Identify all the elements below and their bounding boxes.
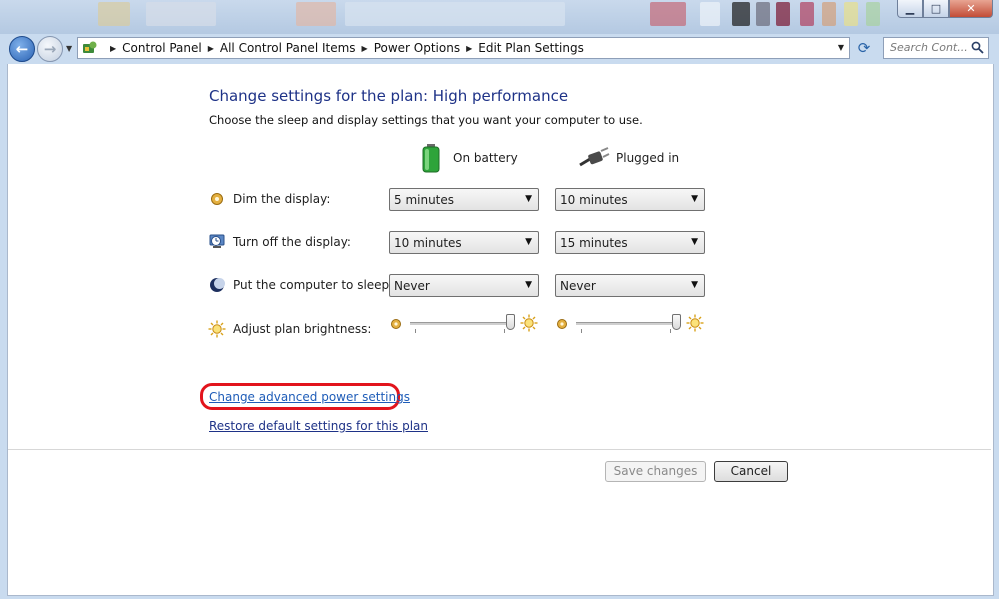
forward-button[interactable]: → bbox=[37, 36, 63, 62]
chevron-down-icon: ▼ bbox=[691, 194, 698, 204]
setting-label-dim-display: Dim the display: bbox=[233, 192, 331, 206]
window-titlebar: ▁ □ ✕ bbox=[0, 0, 999, 34]
chevron-down-icon: ▼ bbox=[525, 280, 532, 290]
breadcrumb-power-options[interactable]: Power Options bbox=[374, 41, 460, 55]
setting-label-brightness: Adjust plan brightness: bbox=[233, 322, 372, 336]
search-input[interactable]: Search Cont... bbox=[883, 37, 989, 59]
select-value: 10 minutes bbox=[394, 236, 462, 250]
slider-thumb[interactable] bbox=[506, 314, 515, 330]
recent-pages-dropdown[interactable]: ▼ bbox=[66, 44, 72, 53]
power-plug-icon bbox=[579, 147, 610, 167]
breadcrumb: ▶ Control Panel ▶ All Control Panel Item… bbox=[104, 38, 584, 58]
breadcrumb-edit-plan-settings[interactable]: Edit Plan Settings bbox=[478, 41, 584, 55]
dim-sun-icon bbox=[557, 319, 567, 329]
chevron-down-icon: ▼ bbox=[691, 280, 698, 290]
save-changes-button[interactable]: Save changes bbox=[605, 461, 706, 482]
minimize-button[interactable]: ▁ bbox=[897, 0, 923, 18]
advanced-power-settings-link[interactable]: Change advanced power settings bbox=[209, 390, 410, 404]
page-subtitle: Choose the sleep and display settings th… bbox=[209, 113, 643, 127]
setting-label-display-off: Turn off the display: bbox=[233, 235, 351, 249]
display-off-plugged-select[interactable]: 15 minutes ▼ bbox=[555, 231, 705, 254]
search-placeholder: Search Cont... bbox=[890, 41, 968, 54]
chevron-down-icon: ▼ bbox=[525, 237, 532, 247]
sleep-icon bbox=[210, 278, 225, 292]
sleep-battery-select[interactable]: Never ▼ bbox=[389, 274, 539, 297]
window-controls: ▁ □ ✕ bbox=[897, 0, 993, 18]
dim-display-plugged-select[interactable]: 10 minutes ▼ bbox=[555, 188, 705, 211]
dim-sun-icon bbox=[391, 319, 401, 329]
slider-tick bbox=[504, 329, 505, 333]
sleep-plugged-select[interactable]: Never ▼ bbox=[555, 274, 705, 297]
brightness-battery-slider[interactable] bbox=[390, 314, 540, 338]
breadcrumb-separator-icon[interactable]: ▶ bbox=[362, 44, 368, 53]
breadcrumb-control-panel[interactable]: Control Panel bbox=[122, 41, 202, 55]
select-value: Never bbox=[560, 279, 596, 293]
restore-defaults-link[interactable]: Restore default settings for this plan bbox=[209, 419, 428, 433]
address-bar[interactable]: ▶ Control Panel ▶ All Control Panel Item… bbox=[77, 37, 850, 59]
address-history-dropdown[interactable]: ▼ bbox=[838, 43, 844, 52]
chevron-down-icon: ▼ bbox=[525, 194, 532, 204]
slider-tick bbox=[581, 329, 582, 333]
column-label-battery: On battery bbox=[453, 151, 518, 165]
window-border-left bbox=[0, 64, 7, 599]
breadcrumb-all-items[interactable]: All Control Panel Items bbox=[220, 41, 356, 55]
setting-label-sleep: Put the computer to sleep: bbox=[233, 278, 394, 292]
slider-track bbox=[410, 322, 515, 325]
refresh-button[interactable]: ⟳ bbox=[853, 39, 875, 59]
select-value: 15 minutes bbox=[560, 236, 628, 250]
breadcrumb-separator-icon[interactable]: ▶ bbox=[208, 44, 214, 53]
maximize-button[interactable]: □ bbox=[923, 0, 949, 18]
column-header-plugged: Plugged in bbox=[578, 143, 679, 173]
slider-tick bbox=[415, 329, 416, 333]
column-header-battery: On battery bbox=[421, 143, 518, 173]
back-button[interactable]: ← bbox=[9, 36, 35, 62]
display-off-icon bbox=[209, 234, 225, 248]
column-label-plugged: Plugged in bbox=[616, 151, 680, 165]
dim-display-icon bbox=[211, 193, 223, 205]
display-off-battery-select[interactable]: 10 minutes ▼ bbox=[389, 231, 539, 254]
dim-display-battery-select[interactable]: 5 minutes ▼ bbox=[389, 188, 539, 211]
breadcrumb-separator-icon[interactable]: ▶ bbox=[466, 44, 472, 53]
slider-tick bbox=[670, 329, 671, 333]
brightness-icon bbox=[208, 320, 226, 338]
slider-thumb[interactable] bbox=[672, 314, 681, 330]
select-value: Never bbox=[394, 279, 430, 293]
divider bbox=[8, 449, 991, 450]
select-value: 5 minutes bbox=[394, 193, 455, 207]
battery-icon bbox=[422, 144, 440, 173]
bright-sun-icon bbox=[520, 314, 538, 332]
brightness-plugged-slider[interactable] bbox=[556, 314, 706, 338]
breadcrumb-separator-icon[interactable]: ▶ bbox=[110, 44, 116, 53]
chevron-down-icon: ▼ bbox=[691, 237, 698, 247]
select-value: 10 minutes bbox=[560, 193, 628, 207]
search-icon[interactable] bbox=[971, 41, 984, 54]
control-panel-icon bbox=[83, 41, 97, 53]
navigation-bar: ← → ▼ ▶ Control Panel ▶ All Control Pane… bbox=[0, 34, 999, 64]
page-title: Change settings for the plan: High perfo… bbox=[209, 87, 569, 105]
cancel-button[interactable]: Cancel bbox=[714, 461, 788, 482]
close-button[interactable]: ✕ bbox=[949, 0, 993, 18]
slider-track bbox=[576, 322, 681, 325]
bright-sun-icon bbox=[686, 314, 704, 332]
